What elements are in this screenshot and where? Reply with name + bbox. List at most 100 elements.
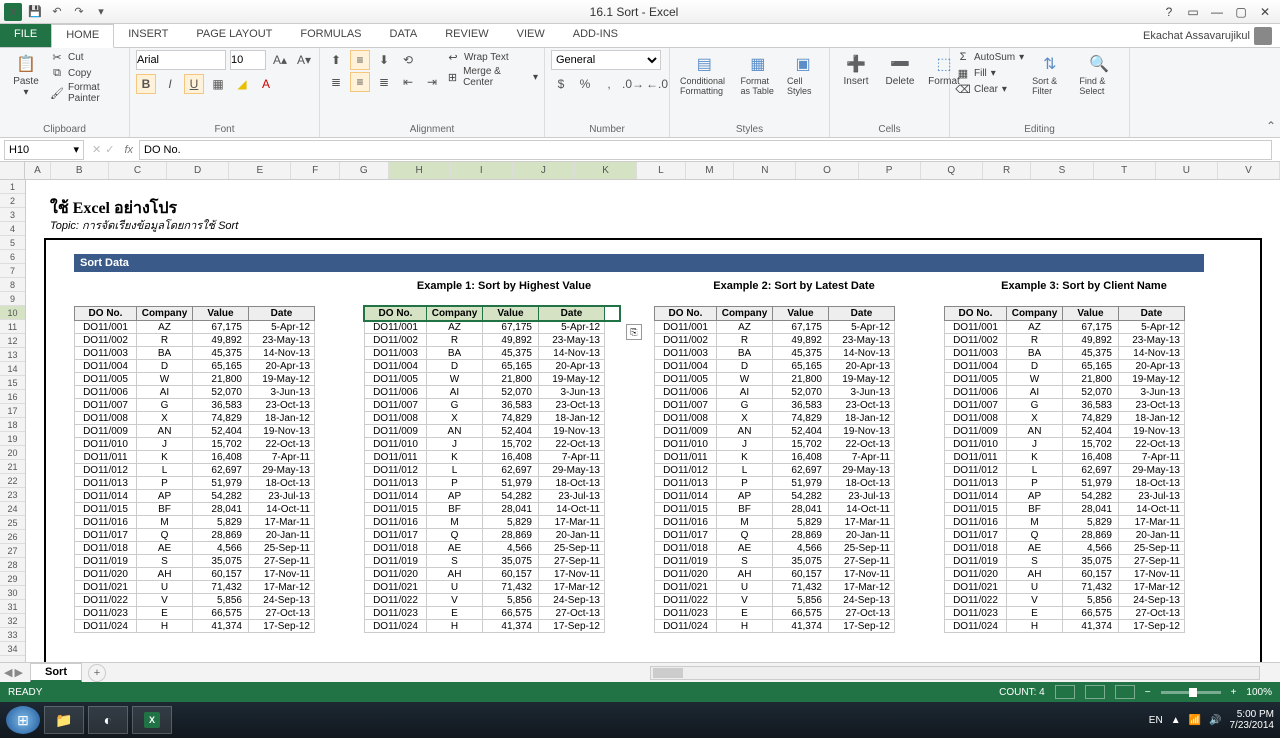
zoom-slider[interactable] bbox=[1161, 691, 1221, 694]
row-header-29[interactable]: 29 bbox=[0, 572, 25, 586]
add-sheet-button[interactable]: + bbox=[88, 664, 106, 682]
table-header[interactable]: Date bbox=[829, 307, 895, 321]
ribbon-options-icon[interactable]: ▭ bbox=[1182, 3, 1204, 21]
table-row[interactable]: DO11/001AZ67,1755-Apr-12 bbox=[365, 321, 605, 334]
col-header-R[interactable]: R bbox=[983, 162, 1032, 179]
table-header[interactable]: DO No. bbox=[655, 307, 717, 321]
cell-styles-button[interactable]: ▣Cell Styles bbox=[783, 50, 823, 98]
col-header-N[interactable]: N bbox=[734, 162, 796, 179]
table-row[interactable]: DO11/015BF28,04114-Oct-11 bbox=[655, 503, 895, 516]
table-row[interactable]: DO11/009AN52,40419-Nov-13 bbox=[655, 425, 895, 438]
align-middle-icon[interactable]: ≡ bbox=[350, 50, 370, 70]
minimize-icon[interactable]: — bbox=[1206, 3, 1228, 21]
table-header[interactable]: Value bbox=[483, 307, 539, 321]
table-row[interactable]: DO11/007G36,58323-Oct-13 bbox=[365, 399, 605, 412]
fill-button[interactable]: ▦Fill▾ bbox=[956, 66, 1024, 80]
tray-lang[interactable]: EN bbox=[1149, 715, 1163, 726]
col-header-A[interactable]: A bbox=[25, 162, 50, 179]
row-header-19[interactable]: 19 bbox=[0, 432, 25, 446]
col-header-E[interactable]: E bbox=[229, 162, 291, 179]
zoom-out-icon[interactable]: − bbox=[1145, 687, 1151, 698]
percent-icon[interactable]: % bbox=[575, 74, 595, 94]
row-header-33[interactable]: 33 bbox=[0, 628, 25, 642]
table-row[interactable]: DO11/021U71,43217-Mar-12 bbox=[945, 581, 1185, 594]
table-row[interactable]: DO11/003BA45,37514-Nov-13 bbox=[655, 347, 895, 360]
tab-review[interactable]: REVIEW bbox=[431, 24, 502, 47]
indent-dec-icon[interactable]: ⇤ bbox=[398, 72, 418, 92]
row-header-24[interactable]: 24 bbox=[0, 502, 25, 516]
table-header[interactable]: Company bbox=[717, 307, 773, 321]
tab-addins[interactable]: ADD-INS bbox=[559, 24, 632, 47]
table-row[interactable]: DO11/023E66,57527-Oct-13 bbox=[365, 607, 605, 620]
table-row[interactable]: DO11/018AE4,56625-Sep-11 bbox=[365, 542, 605, 555]
underline-button[interactable]: U bbox=[184, 74, 204, 94]
table-row[interactable]: DO11/017Q28,86920-Jan-11 bbox=[365, 529, 605, 542]
taskbar-excel-icon[interactable]: X bbox=[132, 706, 172, 734]
table-row[interactable]: DO11/005W21,80019-May-12 bbox=[655, 373, 895, 386]
taskbar-chrome-icon[interactable]: ◐ bbox=[88, 706, 128, 734]
table-row[interactable]: DO11/023E66,57527-Oct-13 bbox=[945, 607, 1185, 620]
table-row[interactable]: DO11/015BF28,04114-Oct-11 bbox=[365, 503, 605, 516]
table-row[interactable]: DO11/014AP54,28223-Jul-13 bbox=[655, 490, 895, 503]
save-icon[interactable]: 💾 bbox=[26, 3, 44, 21]
tray-flag-icon[interactable]: ▲ bbox=[1171, 715, 1181, 726]
table-row[interactable]: DO11/003BA45,37514-Nov-13 bbox=[945, 347, 1185, 360]
col-header-J[interactable]: J bbox=[513, 162, 575, 179]
col-header-Q[interactable]: Q bbox=[921, 162, 983, 179]
taskbar-explorer-icon[interactable]: 📁 bbox=[44, 706, 84, 734]
table-header[interactable]: Company bbox=[427, 307, 483, 321]
row-header-28[interactable]: 28 bbox=[0, 558, 25, 572]
fx-icon[interactable]: fx bbox=[118, 144, 139, 156]
table-header[interactable]: Date bbox=[539, 307, 605, 321]
table-row[interactable]: DO11/008X74,82918-Jan-12 bbox=[945, 412, 1185, 425]
table-row[interactable]: DO11/020AH60,15717-Nov-11 bbox=[75, 568, 315, 581]
row-header-16[interactable]: 16 bbox=[0, 390, 25, 404]
format-as-table-button[interactable]: ▦Format as Table bbox=[737, 50, 779, 98]
table-row[interactable]: DO11/024H41,37417-Sep-12 bbox=[945, 620, 1185, 633]
table-row[interactable]: DO11/008X74,82918-Jan-12 bbox=[365, 412, 605, 425]
table-row[interactable]: DO11/004D65,16520-Apr-13 bbox=[365, 360, 605, 373]
align-top-icon[interactable]: ⬆ bbox=[326, 50, 346, 70]
table-row[interactable]: DO11/019S35,07527-Sep-11 bbox=[655, 555, 895, 568]
table-row[interactable]: DO11/022V5,85624-Sep-13 bbox=[655, 594, 895, 607]
copy-button[interactable]: ⧉Copy bbox=[50, 66, 123, 80]
table-row[interactable]: DO11/011K16,4087-Apr-11 bbox=[75, 451, 315, 464]
table-row[interactable]: DO11/009AN52,40419-Nov-13 bbox=[945, 425, 1185, 438]
row-header-30[interactable]: 30 bbox=[0, 586, 25, 600]
row-header-22[interactable]: 22 bbox=[0, 474, 25, 488]
table-header[interactable]: Value bbox=[773, 307, 829, 321]
col-header-B[interactable]: B bbox=[51, 162, 109, 179]
table-row[interactable]: DO11/022V5,85624-Sep-13 bbox=[75, 594, 315, 607]
table-row[interactable]: DO11/015BF28,04114-Oct-11 bbox=[75, 503, 315, 516]
row-header-13[interactable]: 13 bbox=[0, 348, 25, 362]
currency-icon[interactable]: $ bbox=[551, 74, 571, 94]
view-page-layout-icon[interactable] bbox=[1085, 685, 1105, 699]
autosum-button[interactable]: ΣAutoSum▾ bbox=[956, 50, 1024, 64]
row-header-25[interactable]: 25 bbox=[0, 516, 25, 530]
row-header-15[interactable]: 15 bbox=[0, 376, 25, 390]
sheet-nav-prev-icon[interactable]: ◀ bbox=[4, 666, 12, 679]
find-select-button[interactable]: 🔍Find & Select bbox=[1075, 50, 1123, 98]
row-header-17[interactable]: 17 bbox=[0, 404, 25, 418]
row-header-7[interactable]: 7 bbox=[0, 264, 25, 278]
orientation-icon[interactable]: ⟲ bbox=[398, 50, 418, 70]
view-normal-icon[interactable] bbox=[1055, 685, 1075, 699]
col-header-F[interactable]: F bbox=[291, 162, 340, 179]
col-header-D[interactable]: D bbox=[167, 162, 229, 179]
table-row[interactable]: DO11/024H41,37417-Sep-12 bbox=[75, 620, 315, 633]
table-row[interactable]: DO11/003BA45,37514-Nov-13 bbox=[75, 347, 315, 360]
col-header-G[interactable]: G bbox=[340, 162, 389, 179]
table-row[interactable]: DO11/020AH60,15717-Nov-11 bbox=[365, 568, 605, 581]
table-row[interactable]: DO11/009AN52,40419-Nov-13 bbox=[365, 425, 605, 438]
tab-insert[interactable]: INSERT bbox=[114, 24, 182, 47]
row-header-10[interactable]: 10 bbox=[0, 306, 25, 320]
col-header-K[interactable]: K bbox=[575, 162, 637, 179]
italic-button[interactable]: I bbox=[160, 74, 180, 94]
table-row[interactable]: DO11/003BA45,37514-Nov-13 bbox=[365, 347, 605, 360]
redo-icon[interactable]: ↷ bbox=[70, 3, 88, 21]
table-row[interactable]: DO11/019S35,07527-Sep-11 bbox=[75, 555, 315, 568]
help-icon[interactable]: ? bbox=[1158, 3, 1180, 21]
row-header-21[interactable]: 21 bbox=[0, 460, 25, 474]
table-row[interactable]: DO11/010J15,70222-Oct-13 bbox=[945, 438, 1185, 451]
tab-page-layout[interactable]: PAGE LAYOUT bbox=[182, 24, 286, 47]
